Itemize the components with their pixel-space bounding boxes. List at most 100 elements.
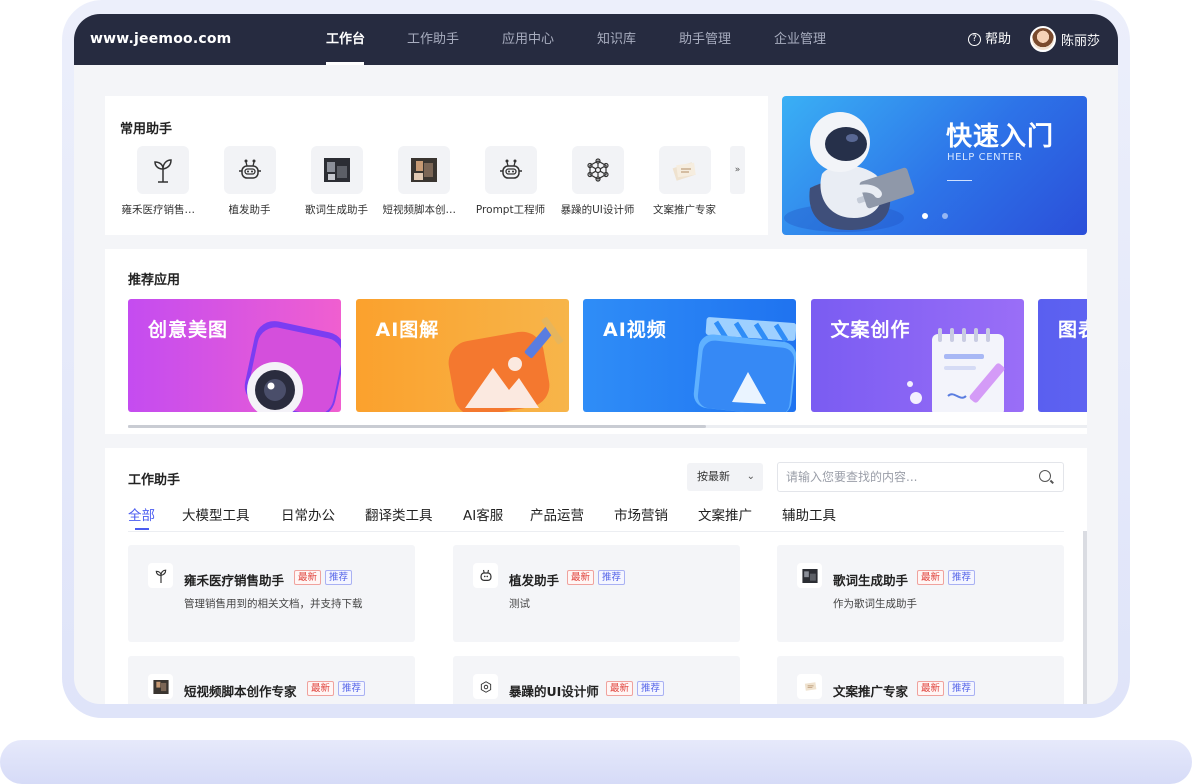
sort-dropdown[interactable]: 按最新 ⌄ — [687, 463, 763, 491]
common-assistant-list: 雍禾医疗销售助手 植发助手 歌词生成助手 短视频脚本创作 Prompt工程师 暴… — [119, 146, 728, 217]
app-card-ai-diagram[interactable]: AI图解 — [355, 299, 569, 412]
app-card-title: 图表 — [1058, 319, 1087, 341]
avatar[interactable] — [1030, 26, 1056, 52]
common-assistant-item[interactable]: 文案推广专家 — [641, 146, 728, 217]
nav-item-workbench[interactable]: 工作台 — [326, 14, 365, 65]
recommended-apps-panel: 推荐应用 创意美图 AI图解 AI视频 文案创作 图 — [105, 249, 1087, 434]
nav-item-work-assistant[interactable]: 工作助手 — [407, 14, 459, 65]
banner-pagination — [922, 213, 962, 219]
network-icon — [473, 674, 498, 699]
nav-item-knowledge-base[interactable]: 知识库 — [597, 14, 636, 65]
tab-copy-promotion[interactable]: 文案推广 — [698, 504, 758, 530]
common-assistant-item[interactable]: 短视频脚本创作专家 — [380, 146, 467, 217]
tab-product-operations[interactable]: 产品运营 — [530, 504, 590, 530]
assistant-card-description: 测试 — [509, 598, 530, 610]
assistant-card[interactable]: 植发助手 最新 推荐 测试 — [453, 545, 740, 642]
horizontal-scrollbar[interactable] — [128, 425, 1087, 428]
paper-thumbnail — [658, 146, 711, 194]
app-card-title: 创意美图 — [148, 319, 229, 341]
assistant-card-description: 作为歌词生成助手 — [833, 598, 917, 610]
search-icon[interactable] — [1039, 470, 1051, 482]
paper-thumbnail — [797, 674, 822, 699]
assistant-card[interactable]: 雍禾医疗销售助手 最新 推荐 管理销售用到的相关文档，并支持下载 — [128, 545, 415, 642]
assistant-card-description: 管理销售用到的相关文档，并支持下载 — [184, 598, 363, 610]
app-card-creative-image[interactable]: 创意美图 — [128, 299, 341, 412]
app-card-ai-video[interactable]: AI视频 — [583, 299, 796, 412]
badge-recommended: 推荐 — [338, 681, 366, 696]
banner-dot-active[interactable] — [922, 213, 928, 219]
sprout-icon — [136, 146, 189, 194]
tab-all[interactable]: 全部 — [128, 504, 158, 530]
common-assistant-item[interactable]: 歌词生成助手 — [293, 146, 380, 217]
common-assistant-item[interactable]: Prompt工程师 — [467, 146, 554, 217]
network-icon — [571, 146, 624, 194]
section-title-common: 常用助手 — [120, 122, 173, 137]
assistant-card-badges: 最新 推荐 — [567, 570, 629, 585]
assistant-card-badges: 最新 推荐 — [294, 570, 356, 585]
badge-new: 最新 — [294, 570, 322, 585]
nav-item-assistant-management[interactable]: 助手管理 — [679, 14, 731, 65]
photo-thumbnail — [310, 146, 363, 194]
app-card-copywriting[interactable]: 文案创作 — [810, 299, 1024, 412]
badge-recommended: 推荐 — [948, 681, 976, 696]
nav-item-enterprise-management[interactable]: 企业管理 — [774, 14, 826, 65]
assistant-card-title: 植发助手 — [509, 573, 560, 588]
assistant-card-badges: 最新 推荐 — [917, 681, 979, 696]
site-logo-text[interactable]: www.jeemoo.com — [90, 14, 231, 65]
recommended-app-list: 创意美图 AI图解 AI视频 文案创作 图 — [128, 299, 1087, 412]
user-menu[interactable]: 陈丽莎 — [1030, 26, 1100, 52]
common-assistant-label: Prompt工程师 — [475, 204, 546, 216]
badge-new: 最新 — [567, 570, 595, 585]
help-center-banner[interactable]: 快速入门 HELP CENTER — [782, 96, 1087, 235]
app-card-title: 文案创作 — [830, 319, 911, 341]
banner-divider — [947, 180, 972, 181]
common-assistant-item[interactable]: 暴躁的UI设计师 — [554, 146, 641, 217]
top-navigation-bar: www.jeemoo.com 工作台 工作助手 应用中心 知识库 助手管理 企业… — [74, 14, 1118, 65]
search-input[interactable] — [778, 463, 1018, 491]
tab-translation-tools[interactable]: 翻译类工具 — [365, 504, 439, 530]
common-assistant-item[interactable]: 雍禾医疗销售助手 — [119, 146, 206, 217]
nav-item-app-center[interactable]: 应用中心 — [502, 14, 554, 65]
common-assistant-label: 雍禾医疗销售助手 — [121, 204, 204, 216]
banner-dot[interactable] — [942, 213, 948, 219]
section-title-work: 工作助手 — [128, 473, 181, 488]
assistant-card[interactable]: 暴躁的UI设计师 最新 推荐 — [453, 656, 740, 704]
assistant-card[interactable]: 歌词生成助手 最新 推荐 作为歌词生成助手 — [777, 545, 1064, 642]
scrollbar-thumb[interactable] — [128, 425, 706, 428]
assistant-card[interactable]: 短视频脚本创作专家 最新 推荐 — [128, 656, 415, 704]
vertical-scrollbar[interactable] — [1083, 531, 1087, 704]
badge-new: 最新 — [917, 681, 945, 696]
main-nav: 工作台 工作助手 应用中心 知识库 助手管理 企业管理 — [326, 14, 826, 65]
assistant-card[interactable]: 文案推广专家 最新 推荐 — [777, 656, 1064, 704]
tab-llm-tools[interactable]: 大模型工具 — [182, 504, 256, 530]
notepad-illustration — [906, 328, 1004, 412]
search-box[interactable] — [777, 462, 1064, 492]
chevron-down-double-icon[interactable]: » — [730, 146, 745, 194]
app-card-title: AI图解 — [375, 319, 440, 341]
tab-daily-office[interactable]: 日常办公 — [281, 504, 340, 530]
assistant-card-title: 歌词生成助手 — [833, 573, 909, 588]
help-link[interactable]: ? 帮助 — [968, 14, 1011, 65]
tab-marketing[interactable]: 市场营销 — [614, 504, 674, 530]
assistant-card-title: 文案推广专家 — [833, 684, 909, 699]
sprout-icon — [148, 563, 173, 588]
app-screen: www.jeemoo.com 工作台 工作助手 应用中心 知识库 助手管理 企业… — [74, 14, 1118, 704]
badge-new: 最新 — [917, 570, 945, 585]
chevron-down-icon: ⌄ — [746, 471, 755, 482]
badge-new: 最新 — [307, 681, 335, 696]
app-card-charts[interactable]: 图表 — [1038, 299, 1087, 412]
section-title-recommend: 推荐应用 — [128, 273, 181, 288]
tab-ai-customer-service[interactable]: AI客服 — [463, 504, 506, 530]
tab-auxiliary-tools[interactable]: 辅助工具 — [782, 504, 842, 530]
common-assistant-label: 文案推广专家 — [653, 204, 716, 216]
badge-recommended: 推荐 — [637, 681, 665, 696]
category-tabs: 全部 大模型工具 日常办公 翻译类工具 AI客服 产品运营 市场营销 文案推广 … — [128, 504, 842, 530]
user-name: 陈丽莎 — [1061, 33, 1101, 49]
sort-dropdown-value: 按最新 — [697, 470, 730, 483]
assistant-card-badges: 最新 推荐 — [917, 570, 979, 585]
common-assistant-item[interactable]: 植发助手 — [206, 146, 293, 217]
badge-new: 最新 — [606, 681, 634, 696]
common-assistant-label: 歌词生成助手 — [305, 204, 368, 216]
badge-recommended: 推荐 — [325, 570, 353, 585]
badge-recommended: 推荐 — [598, 570, 626, 585]
